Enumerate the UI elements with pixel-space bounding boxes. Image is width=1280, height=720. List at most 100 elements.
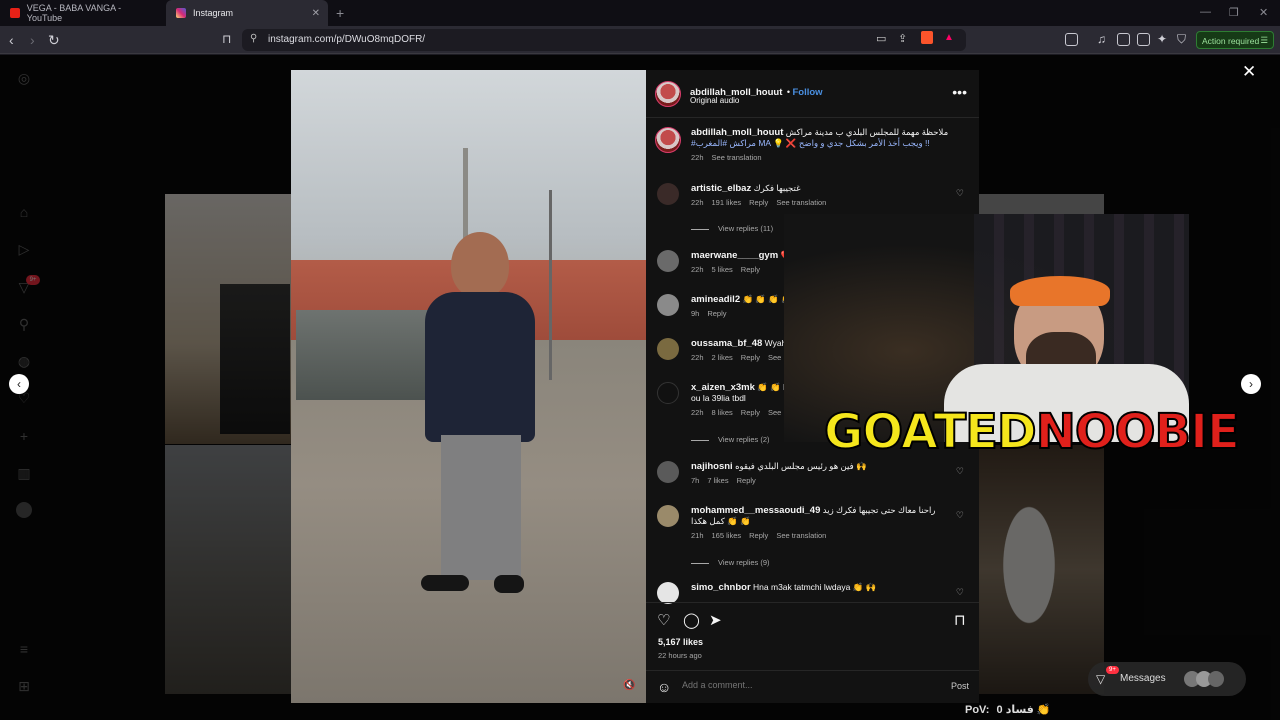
comment-username[interactable]: x_aizen_x3mk: [691, 382, 755, 393]
reply-button[interactable]: Reply: [741, 353, 760, 362]
instagram-icon: [176, 8, 186, 18]
comment-username[interactable]: maerwane____gym: [691, 250, 778, 261]
comment-username[interactable]: oussama_bf_48: [691, 338, 762, 349]
reply-button[interactable]: Reply: [749, 198, 768, 207]
see-translation-link[interactable]: See translation: [776, 531, 826, 540]
commenter-avatar[interactable]: [657, 338, 679, 360]
likes-count[interactable]: 5,167 likes: [658, 637, 703, 647]
leo-ai-icon[interactable]: ✦: [1157, 32, 1167, 46]
comment-username[interactable]: mohammed__messaoudi_49: [691, 505, 820, 516]
reply-button[interactable]: Reply: [749, 531, 768, 540]
minimize-icon[interactable]: —: [1200, 6, 1211, 18]
like-icon[interactable]: ♡: [657, 611, 673, 629]
post-actions: ♡ ◯ ➤ ⊓ 5,167 likes 22 hours ago: [646, 602, 979, 668]
music-icon[interactable]: ♫: [1097, 32, 1106, 46]
sidebar-toggle-icon[interactable]: [1065, 33, 1078, 46]
share-icon[interactable]: ⇪: [898, 32, 907, 45]
comment-likes[interactable]: 8 likes: [712, 408, 733, 417]
action-required-button[interactable]: Action required ☰: [1196, 31, 1274, 49]
commenter-avatar[interactable]: [657, 461, 679, 483]
author-avatar[interactable]: [655, 127, 681, 153]
see-translation-link[interactable]: See: [768, 408, 781, 417]
address-bar: ‹ › ↻ ⊓ ⚲ instagram.com/p/DWuO8mqDOFR/ ▭…: [0, 26, 1280, 54]
follow-button[interactable]: Follow: [792, 87, 822, 98]
url-field[interactable]: ⚲ instagram.com/p/DWuO8mqDOFR/ ▭ ⇪ ▲: [242, 29, 966, 51]
previous-post-button[interactable]: ‹: [9, 374, 29, 394]
comment-likes[interactable]: 165 likes: [712, 531, 742, 540]
comment-like-icon[interactable]: ♡: [956, 188, 964, 199]
comment-username[interactable]: najihosni: [691, 461, 733, 472]
mute-icon[interactable]: 🔇: [623, 680, 635, 691]
see-translation-link[interactable]: See: [768, 353, 781, 362]
comment-time: 22h: [691, 408, 704, 417]
vpn-icon[interactable]: ⛉: [1177, 32, 1186, 47]
comment-icon[interactable]: ◯: [683, 611, 700, 629]
see-translation-link[interactable]: See translation: [776, 198, 826, 207]
logo-goated-text: GOATED: [823, 403, 1038, 461]
reload-icon[interactable]: ↻: [48, 32, 60, 49]
back-icon[interactable]: ‹: [9, 32, 14, 48]
reply-button[interactable]: Reply: [737, 476, 756, 485]
view-replies-button[interactable]: View replies (11): [691, 224, 773, 233]
author-avatar[interactable]: [655, 81, 681, 107]
comment-time: 7h: [691, 476, 700, 485]
view-replies-button[interactable]: View replies (9): [691, 558, 770, 567]
share-icon[interactable]: ➤: [709, 611, 725, 629]
close-window-icon[interactable]: ✕: [1259, 6, 1268, 19]
close-modal-icon[interactable]: ✕: [1242, 62, 1256, 82]
more-options-icon[interactable]: •••: [952, 84, 967, 100]
cast-icon[interactable]: ▭: [876, 32, 886, 45]
comment-likes[interactable]: 5 likes: [712, 265, 733, 274]
caption-author[interactable]: abdillah_moll_houut: [691, 127, 783, 138]
view-replies-button[interactable]: View replies (2): [691, 435, 770, 444]
commenter-avatar[interactable]: [657, 505, 679, 527]
comment-text: Hna m3ak tatmchi lwdaya 👏 🙌: [753, 582, 877, 592]
comment-time: 22h: [691, 265, 704, 274]
emoji-icon[interactable]: ☺: [657, 679, 671, 695]
save-bookmark-icon[interactable]: ⊓: [954, 611, 970, 629]
reply-button[interactable]: Reply: [741, 265, 760, 274]
comment-input[interactable]: [682, 680, 932, 690]
comment-username[interactable]: amineadil2: [691, 294, 740, 305]
brave-shield-icon[interactable]: [921, 31, 933, 44]
new-tab-button[interactable]: +: [336, 5, 344, 21]
action-required-label: Action required: [1202, 36, 1260, 46]
commenter-avatar[interactable]: [657, 582, 679, 604]
next-post-button[interactable]: ›: [1241, 374, 1261, 394]
commenter-avatar[interactable]: [657, 250, 679, 272]
bookmark-icon[interactable]: ⊓: [222, 32, 231, 46]
messages-badge: 9+: [1106, 666, 1119, 674]
reply-button[interactable]: Reply: [707, 309, 726, 318]
wallet-icon[interactable]: [1137, 33, 1150, 46]
close-tab-icon[interactable]: ✕: [312, 8, 320, 19]
comment-username[interactable]: artistic_elbaz: [691, 183, 751, 194]
commenter-avatar[interactable]: [657, 382, 679, 404]
comment-like-icon[interactable]: ♡: [956, 510, 964, 521]
comment-username[interactable]: simo_chnbor: [691, 582, 751, 593]
tab-youtube[interactable]: VEGA - BABA VANGA - YouTube: [0, 0, 166, 26]
comment-like-icon[interactable]: ♡: [956, 466, 964, 477]
reply-button[interactable]: Reply: [741, 408, 760, 417]
comment-text: فين هو رئيس مجلس البلدي فيقوه 🙌: [735, 461, 867, 471]
forward-icon[interactable]: ›: [30, 32, 35, 48]
messages-button[interactable]: ▽ 9+ Messages: [1088, 662, 1246, 696]
url-text: instagram.com/p/DWuO8mqDOFR/: [268, 34, 426, 45]
comment-likes[interactable]: 7 likes: [707, 476, 728, 485]
reader-icon[interactable]: [1117, 33, 1130, 46]
site-info-icon[interactable]: ⚲: [250, 33, 257, 44]
post-video[interactable]: 🔇: [291, 70, 646, 703]
comment-likes[interactable]: 2 likes: [712, 353, 733, 362]
logo-noobie-text: NOOBIE: [1035, 403, 1241, 461]
see-translation-link[interactable]: See translation: [712, 153, 762, 162]
brave-rewards-icon[interactable]: ▲: [944, 32, 954, 43]
comment-like-icon[interactable]: ♡: [956, 587, 964, 598]
post-comment-button[interactable]: Post: [951, 681, 969, 691]
tab-instagram[interactable]: Instagram ✕: [166, 0, 328, 26]
caption-hashtags[interactable]: #مراكش #المغرب MA 💡 ❌ ويجب أخذ الأمر بشك…: [691, 138, 930, 148]
comment-time: 9h: [691, 309, 700, 318]
commenter-avatar[interactable]: [657, 183, 679, 205]
audio-label[interactable]: Original audio: [690, 96, 739, 105]
commenter-avatar[interactable]: [657, 294, 679, 316]
restore-icon[interactable]: ❐: [1229, 6, 1239, 19]
comment-likes[interactable]: 191 likes: [712, 198, 742, 207]
